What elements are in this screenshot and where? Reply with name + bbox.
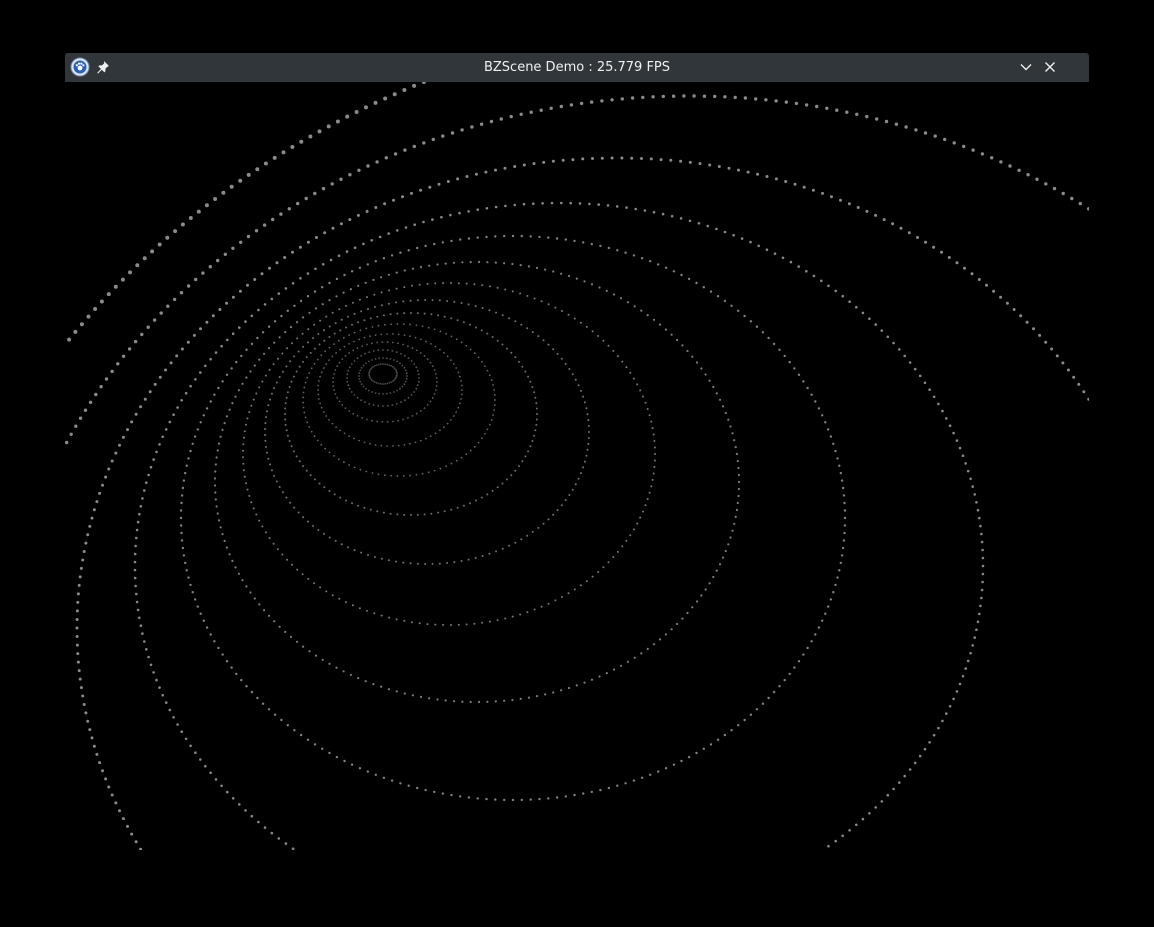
render-canvas[interactable]	[65, 82, 1089, 850]
dot-ring	[317, 333, 463, 447]
dot-ring	[302, 323, 496, 477]
window-title: BZScene Demo : 25.779 FPS	[483, 60, 671, 75]
dot-ring	[133, 201, 985, 850]
window-titlebar[interactable]: BZScene Demo : 25.779 FPS	[65, 53, 1089, 82]
dot-ring	[75, 156, 1089, 850]
dot-ring	[368, 363, 398, 385]
app-window: BZScene Demo : 25.779 FPS	[65, 53, 1089, 850]
dot-tunnel	[65, 82, 1089, 850]
dot-ring	[242, 282, 656, 626]
dot-ring	[284, 312, 538, 516]
dot-ring	[179, 234, 847, 802]
dot-ring	[65, 94, 1089, 445]
dot-ring	[358, 357, 408, 395]
chevron-down-icon[interactable]	[1018, 59, 1034, 75]
dot-ring	[213, 260, 741, 704]
dot-ring	[67, 82, 426, 342]
close-icon[interactable]	[1042, 59, 1058, 75]
dot-ring	[264, 299, 590, 565]
